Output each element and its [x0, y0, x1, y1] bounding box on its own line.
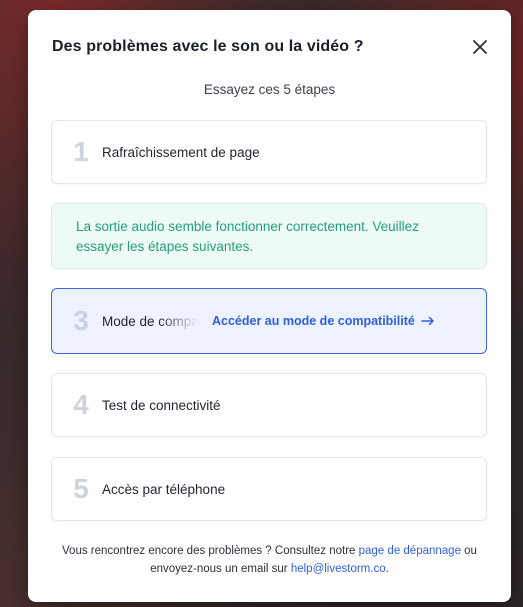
step-number: 5 — [73, 473, 89, 504]
modal-title: Des problèmes avec le son ou la vidéo ? — [52, 38, 364, 55]
step-label: Rafraîchissement de page — [102, 144, 260, 160]
step-card-refresh[interactable]: 1 Rafraîchissement de page — [51, 120, 487, 184]
footer-text-after: . — [385, 563, 389, 575]
compatibility-mode-link[interactable]: Accéder au mode de compatibilité — [212, 314, 435, 328]
audio-success-notice: La sortie audio semble fonctionner corre… — [51, 203, 487, 269]
help-footer: Vous rencontrez encore des problèmes ? C… — [58, 542, 481, 578]
footer-text-before: Vous rencontrez encore des problèmes ? C… — [62, 545, 359, 557]
step-label: Mode de compatibilité — [102, 313, 198, 329]
step-card-compatibility[interactable]: 3 Mode de compatibilité Accéder au mode … — [51, 288, 487, 354]
compatibility-link-label: Accéder au mode de compatibilité — [212, 314, 415, 328]
troubleshoot-modal: Des problèmes avec le son ou la vidéo ? … — [28, 10, 511, 602]
arrow-right-icon — [421, 316, 434, 326]
troubleshoot-page-link[interactable]: page de dépannage — [359, 545, 461, 557]
step-label: Accès par téléphone — [102, 481, 226, 497]
notice-text: La sortie audio semble fonctionner corre… — [76, 219, 419, 254]
support-email-link[interactable]: help@livestorm.co — [291, 563, 386, 575]
step-number: 4 — [73, 389, 89, 420]
step-card-connectivity[interactable]: 4 Test de connectivité — [51, 373, 487, 437]
step-label: Test de connectivité — [102, 397, 221, 413]
modal-header: Des problèmes avec le son ou la vidéo ? — [52, 36, 491, 58]
step-number: 3 — [73, 305, 89, 336]
close-button[interactable] — [469, 36, 491, 58]
close-icon — [473, 40, 487, 54]
step-card-phone[interactable]: 5 Accès par téléphone — [51, 457, 487, 521]
modal-subtitle: Essayez ces 5 étapes — [203, 82, 336, 97]
step-number: 1 — [73, 136, 89, 167]
